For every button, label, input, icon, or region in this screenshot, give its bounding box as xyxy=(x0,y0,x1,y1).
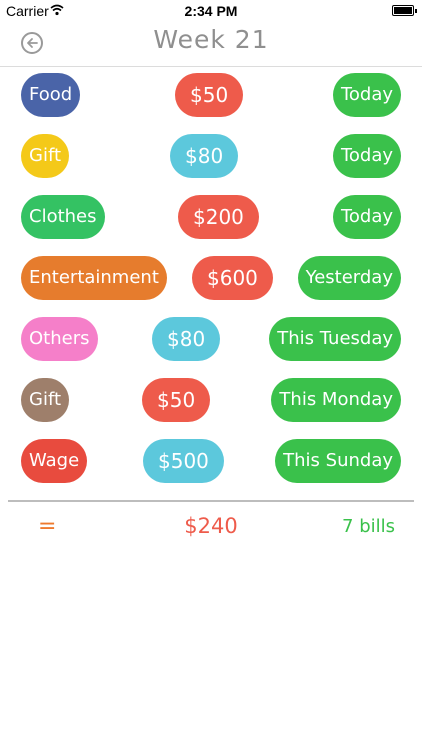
amount-pill[interactable]: $600 xyxy=(192,256,273,300)
category-pill[interactable]: Gift xyxy=(21,378,70,422)
bill-row[interactable]: Wage $500 This Sunday xyxy=(0,439,422,500)
date-pill[interactable]: This Monday xyxy=(271,378,401,422)
date-pill[interactable]: Today xyxy=(332,195,401,239)
amount-pill[interactable]: $50 xyxy=(175,73,244,117)
bill-row[interactable]: Others $80 This Tuesday xyxy=(0,317,422,378)
date-pill[interactable]: Today xyxy=(332,73,401,117)
summary-bar: = $240 7 bills xyxy=(0,514,422,544)
amount-pill[interactable]: $50 xyxy=(142,378,211,422)
divider xyxy=(8,500,414,502)
bill-row[interactable]: Food $50 Today xyxy=(0,73,422,134)
date-pill[interactable]: This Tuesday xyxy=(269,317,401,361)
battery-icon xyxy=(392,5,417,16)
amount-pill[interactable]: $80 xyxy=(170,134,239,178)
nav-bar: Week 21 xyxy=(0,22,422,67)
status-time: 2:34 PM xyxy=(184,3,238,19)
date-pill[interactable]: This Sunday xyxy=(275,439,401,483)
category-pill[interactable]: Gift xyxy=(21,134,70,178)
date-pill[interactable]: Today xyxy=(332,134,401,178)
bill-list: Food $50 Today Gift $80 Today Clothes $2… xyxy=(0,73,422,500)
date-pill[interactable]: Yesterday xyxy=(297,256,401,300)
category-pill[interactable]: Clothes xyxy=(21,195,105,239)
bill-count: 7 bills xyxy=(342,516,395,537)
bill-row[interactable]: Gift $80 Today xyxy=(0,134,422,195)
amount-pill[interactable]: $80 xyxy=(152,317,221,361)
amount-pill[interactable]: $200 xyxy=(178,195,259,239)
category-pill[interactable]: Others xyxy=(21,317,98,361)
amount-pill[interactable]: $500 xyxy=(143,439,224,483)
status-bar: Carrier 2:34 PM xyxy=(0,0,422,22)
category-pill[interactable]: Entertainment xyxy=(21,256,167,300)
bill-row[interactable]: Clothes $200 Today xyxy=(0,195,422,256)
page-title: Week 21 xyxy=(153,25,269,54)
category-pill[interactable]: Wage xyxy=(21,439,88,483)
category-pill[interactable]: Food xyxy=(21,73,81,117)
bill-row[interactable]: Gift $50 This Monday xyxy=(0,378,422,439)
bill-row[interactable]: Entertainment $600 Yesterday xyxy=(0,256,422,317)
